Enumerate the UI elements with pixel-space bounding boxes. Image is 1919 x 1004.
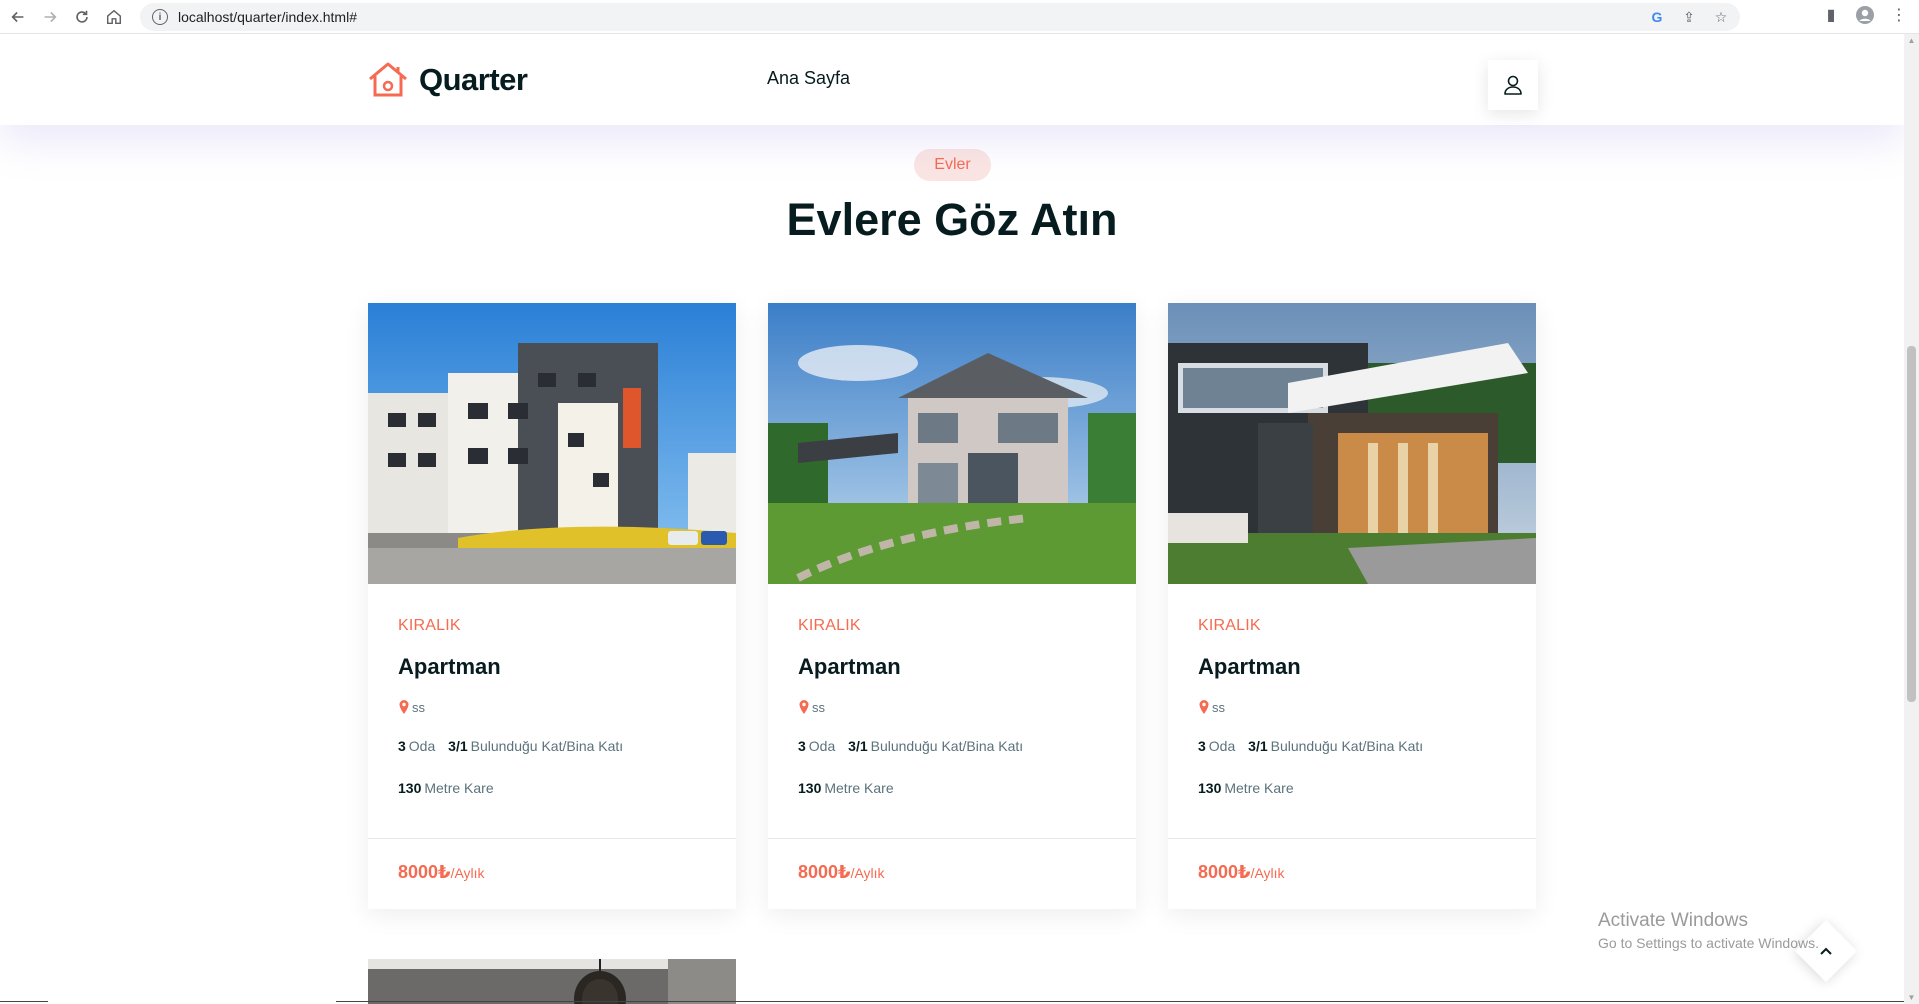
property-price: 8000₺/Aylık	[1198, 862, 1285, 883]
area-value: 130	[398, 780, 422, 796]
share-icon[interactable]: ⇪	[1680, 8, 1698, 26]
price-unit: /Aylık	[850, 865, 885, 881]
property-area: 130 Metre Kare	[1198, 780, 1506, 796]
address-bar[interactable]: i localhost/quarter/index.html# G ⇪ ☆	[140, 3, 1740, 31]
property-photo[interactable]	[1168, 303, 1536, 584]
nav-item-home[interactable]: Ana Sayfa	[767, 68, 850, 88]
home-icon	[106, 9, 122, 24]
reload-button[interactable]	[68, 3, 96, 31]
rooms-value: 3	[398, 738, 406, 754]
card-divider	[768, 838, 1136, 839]
user-icon	[1504, 75, 1522, 95]
property-price: 8000₺/Aylık	[798, 862, 885, 883]
map-pin-icon	[399, 700, 409, 714]
area-value: 130	[798, 780, 822, 796]
home-button[interactable]	[100, 3, 128, 31]
scroll-up-icon[interactable]: ▲	[1907, 36, 1916, 45]
browser-toolbar: i localhost/quarter/index.html# G ⇪ ☆ ▮ …	[0, 0, 1919, 34]
map-pin-icon	[1199, 700, 1209, 714]
price-unit: /Aylık	[450, 865, 485, 881]
floor-label: Bulunduğu Kat/Bina Katı	[1270, 738, 1424, 754]
reload-icon	[76, 10, 88, 23]
star-icon[interactable]: ☆	[1712, 8, 1730, 26]
page-divider	[0, 1001, 48, 1002]
price-value: 8000₺	[1198, 862, 1251, 882]
rooms-value: 3	[1198, 738, 1206, 754]
property-card[interactable]: KIRALIK Apartman ss 3 Oda 3/1 Bulunduğu Ka…	[1168, 303, 1536, 909]
logo-text: Quarter	[419, 62, 528, 97]
page-viewport: Quarter Ana Sayfa Evler Evlere Göz Atın	[0, 34, 1904, 1004]
google-icon[interactable]: G	[1648, 8, 1666, 26]
menu-icon[interactable]: ⋮	[1889, 5, 1909, 25]
rooms-label: Oda	[408, 738, 436, 754]
price-value: 8000₺	[798, 862, 851, 882]
page-divider	[336, 1001, 1904, 1002]
rooms-value: 3	[798, 738, 806, 754]
back-button[interactable]	[4, 3, 32, 31]
property-location: ss	[398, 699, 706, 715]
card-divider	[1168, 838, 1536, 839]
property-photo[interactable]	[768, 303, 1136, 584]
house-logo-icon	[369, 62, 407, 97]
side-panel-icon[interactable]: ▮	[1821, 5, 1841, 25]
property-title[interactable]: Apartman	[1198, 654, 1506, 680]
chevron-up-icon	[1820, 947, 1832, 955]
area-label: Metre Kare	[824, 780, 894, 796]
location-text: ss	[812, 700, 825, 715]
activation-subtitle: Go to Settings to activate Windows.	[1598, 935, 1819, 951]
listing-status: KIRALIK	[798, 617, 861, 634]
property-features: 3 Oda 3/1 Bulunduğu Kat/Bina Katı	[398, 738, 706, 754]
section-tag: Evler	[914, 149, 991, 181]
logo[interactable]: Quarter	[367, 61, 528, 99]
price-value: 8000₺	[398, 862, 451, 882]
property-card[interactable]: KIRALIK Apartman ss 3 Oda 3/1 Bulunduğu Ka…	[368, 303, 736, 909]
property-location: ss	[798, 699, 1106, 715]
property-features: 3 Oda 3/1 Bulunduğu Kat/Bina Katı	[1198, 738, 1506, 754]
user-account-button[interactable]	[1488, 60, 1538, 110]
area-value: 130	[1198, 780, 1222, 796]
listing-status: KIRALIK	[1198, 617, 1261, 634]
floor-value: 3/1	[448, 738, 468, 754]
profile-icon[interactable]	[1855, 5, 1875, 25]
activation-title: Activate Windows	[1598, 910, 1748, 931]
property-photo[interactable]	[368, 303, 736, 584]
property-title[interactable]: Apartman	[798, 654, 1106, 680]
floor-label: Bulunduğu Kat/Bina Katı	[470, 738, 624, 754]
property-location: ss	[1198, 699, 1506, 715]
map-pin-icon	[799, 700, 809, 714]
floor-value: 3/1	[848, 738, 868, 754]
rooms-label: Oda	[1208, 738, 1236, 754]
floor-value: 3/1	[1248, 738, 1268, 754]
property-photo[interactable]	[368, 959, 736, 1004]
property-price: 8000₺/Aylık	[398, 862, 485, 883]
section-title: Evlere Göz Atın	[786, 194, 1118, 245]
property-card-partial[interactable]	[368, 959, 736, 1004]
area-label: Metre Kare	[1224, 780, 1294, 796]
forward-button[interactable]	[36, 3, 64, 31]
scroll-down-icon[interactable]: ▼	[1907, 993, 1916, 1002]
url-text: localhost/quarter/index.html#	[178, 9, 357, 25]
property-features: 3 Oda 3/1 Bulunduğu Kat/Bina Katı	[798, 738, 1106, 754]
info-icon[interactable]: i	[152, 9, 168, 25]
arrow-right-icon	[44, 11, 57, 22]
price-unit: /Aylık	[1250, 865, 1285, 881]
windows-activation-notice: Activate Windows Go to Settings to activ…	[1598, 910, 1819, 951]
card-divider	[368, 838, 736, 839]
rooms-label: Oda	[808, 738, 836, 754]
vertical-scrollbar[interactable]: ▲ ▼	[1904, 34, 1919, 1004]
floor-label: Bulunduğu Kat/Bina Katı	[870, 738, 1024, 754]
property-card[interactable]: KIRALIK Apartman ss 3 Oda 3/1 Bulunduğu Ka…	[768, 303, 1136, 909]
listing-status: KIRALIK	[398, 617, 461, 634]
location-text: ss	[412, 700, 425, 715]
area-label: Metre Kare	[424, 780, 494, 796]
main-nav: Ana Sayfa	[767, 68, 850, 89]
scrollbar-thumb[interactable]	[1907, 346, 1916, 702]
arrow-left-icon	[11, 11, 24, 22]
property-area: 130 Metre Kare	[398, 780, 706, 796]
property-area: 130 Metre Kare	[798, 780, 1106, 796]
location-text: ss	[1212, 700, 1225, 715]
property-title[interactable]: Apartman	[398, 654, 706, 680]
site-header: Quarter Ana Sayfa	[0, 34, 1904, 125]
